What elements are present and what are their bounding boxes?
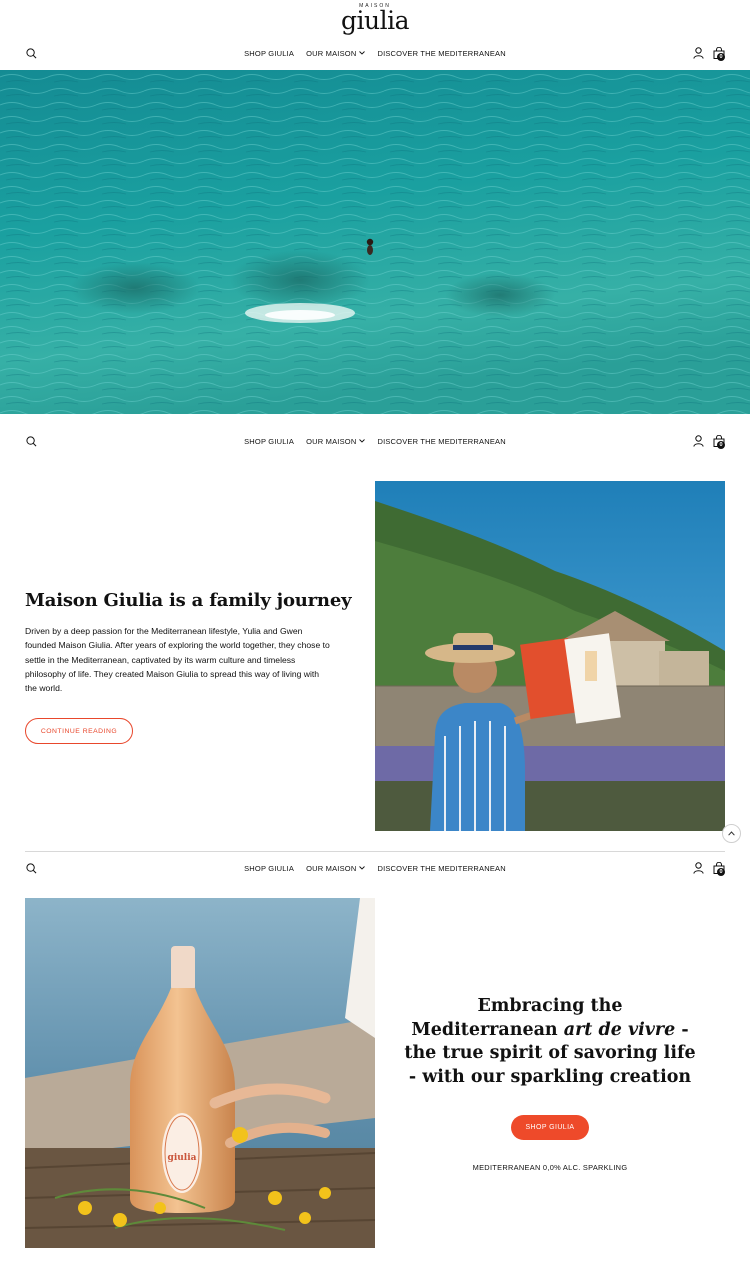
bag-icon[interactable]: 0 — [711, 860, 727, 876]
nav-item-our-maison-label: OUR MAISON — [306, 863, 357, 873]
shop-giulia-button[interactable]: SHOP GIULIA — [511, 1115, 589, 1140]
nav-item-our-maison[interactable]: OUR MAISON — [306, 436, 366, 446]
nav-item-our-maison-label: OUR MAISON — [306, 48, 357, 58]
embrace-line-2-post: - — [675, 1019, 689, 1040]
user-icon[interactable] — [690, 433, 706, 449]
cart-count-badge: 0 — [717, 53, 725, 61]
journey-title: Maison Giulia is a family journey — [25, 590, 352, 611]
chevron-down-icon — [359, 51, 366, 55]
nav-menu: SHOP GIULIA OUR MAISON DISCOVER THE MEDI… — [0, 39, 750, 67]
embrace-line-2: Mediterranean art de vivre - — [400, 1019, 700, 1043]
main-nav: SHOP GIULIA OUR MAISON DISCOVER THE MEDI… — [0, 39, 750, 67]
cart-count-badge: 0 — [717, 441, 725, 449]
nav-item-discover[interactable]: DISCOVER THE MEDITERRANEAN — [377, 864, 505, 873]
main-nav-repeat: SHOP GIULIA OUR MAISON DISCOVER THE MEDI… — [0, 427, 750, 455]
nav-item-shop-giulia[interactable]: SHOP GIULIA — [244, 49, 294, 58]
continue-reading-button[interactable]: CONTINUE READING — [25, 718, 133, 744]
embrace-line-2-pre: Mediterranean — [411, 1019, 564, 1040]
bottle-with-flowers-photo: giulia — [25, 898, 375, 1248]
user-icon[interactable] — [690, 45, 706, 61]
chevron-down-icon — [359, 866, 366, 870]
nav-item-our-maison-label: OUR MAISON — [306, 436, 357, 446]
nav-item-our-maison[interactable]: OUR MAISON — [306, 48, 366, 58]
nav-item-discover[interactable]: DISCOVER THE MEDITERRANEAN — [377, 437, 505, 446]
bag-icon[interactable]: 0 — [711, 433, 727, 449]
chevron-up-icon — [728, 831, 735, 836]
hero-sea-image — [0, 70, 750, 414]
product-tagline: MEDITERRANEAN 0,0% ALC. SPARKLING — [472, 1163, 628, 1172]
chevron-down-icon — [359, 439, 366, 443]
nav-menu: SHOP GIULIA OUR MAISON DISCOVER THE MEDI… — [0, 427, 750, 455]
nav-menu: SHOP GIULIA OUR MAISON DISCOVER THE MEDI… — [0, 854, 750, 882]
user-icon[interactable] — [690, 860, 706, 876]
nav-item-our-maison[interactable]: OUR MAISON — [306, 863, 366, 873]
embrace-line-1: Embracing the — [477, 996, 623, 1016]
cart-count-badge: 0 — [717, 868, 725, 876]
embrace-heading: Embracing the Mediterranean art de vivre… — [400, 995, 700, 1089]
embrace-line-3: the true spirit of savoring life — [404, 1043, 696, 1063]
journey-paragraph: Driven by a deep passion for the Mediter… — [25, 626, 330, 694]
embrace-art-de-vivre: art de vivre — [563, 1019, 676, 1040]
woman-holding-giftbox-photo — [375, 481, 725, 831]
nav-item-shop-giulia[interactable]: SHOP GIULIA — [244, 437, 294, 446]
brand-logo[interactable]: MAISON giulia — [0, 0, 750, 38]
scroll-to-top-button[interactable] — [722, 824, 741, 843]
logo-giulia-text: giulia — [341, 6, 410, 35]
bottle-label-brand: giulia — [168, 1153, 197, 1163]
main-nav-sticky: SHOP GIULIA OUR MAISON DISCOVER THE MEDI… — [0, 854, 750, 882]
embrace-line-4: - with our sparkling creation — [408, 1066, 692, 1087]
section-divider — [25, 851, 725, 852]
nav-item-discover[interactable]: DISCOVER THE MEDITERRANEAN — [377, 49, 505, 58]
nav-item-shop-giulia[interactable]: SHOP GIULIA — [244, 864, 294, 873]
bag-icon[interactable]: 0 — [711, 45, 727, 61]
